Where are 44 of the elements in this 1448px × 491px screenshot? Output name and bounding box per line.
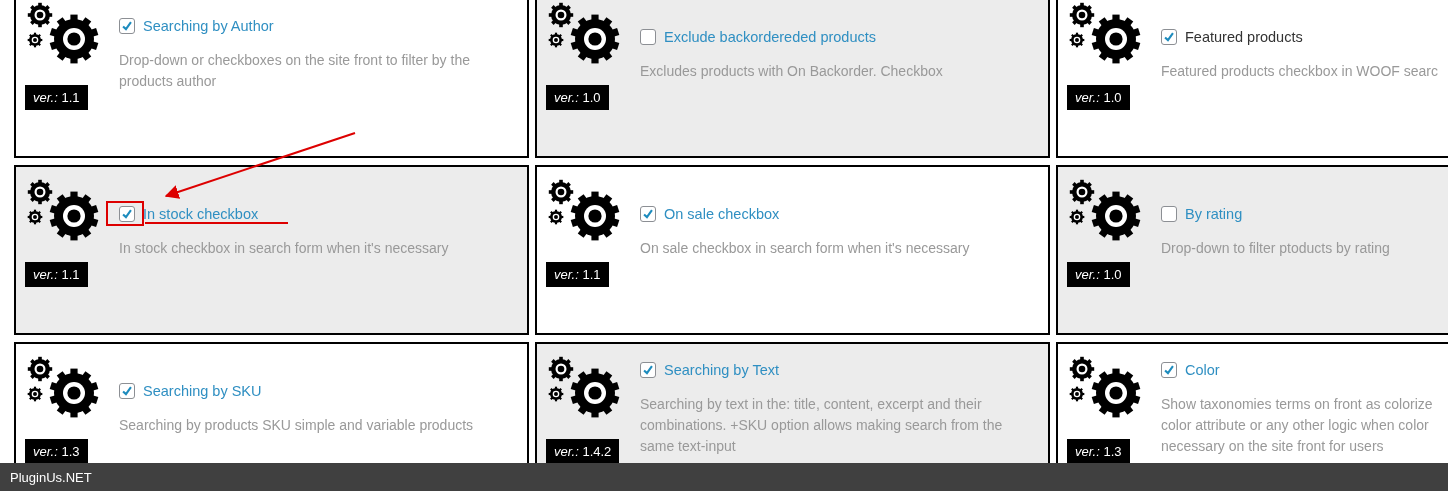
- checkbox[interactable]: [1161, 361, 1177, 378]
- plugin-description: Drop-down to filter ptoducts by rating: [1161, 238, 1391, 258]
- plugin-title-link[interactable]: On sale checkbox: [664, 205, 780, 222]
- version-badge: ver.: 1.1: [546, 262, 609, 287]
- plugin-title-link[interactable]: In stock checkbox: [143, 205, 259, 222]
- plugin-title-link[interactable]: Searching by Author: [143, 18, 274, 34]
- checkbox[interactable]: [119, 18, 135, 34]
- checkbox[interactable]: [640, 28, 656, 45]
- plugin-title-link[interactable]: Color: [1185, 361, 1220, 378]
- plugin-description: On sale checkbox in search form when it's necessary: [640, 238, 971, 258]
- checkbox[interactable]: [640, 361, 656, 378]
- plugin-description: Drop-down or checkboxes on the site front to filter by the products author: [119, 51, 471, 91]
- gears-icon: [25, 177, 101, 241]
- version-badge: ver.: 1.4.2: [546, 439, 620, 463]
- gears-icon: [1067, 354, 1143, 418]
- footer-brand: PluginUs.NET: [10, 469, 92, 485]
- plugin-title-link[interactable]: Searching by Text: [664, 361, 779, 378]
- version-badge: ver.: 1.0: [546, 85, 609, 110]
- plugin-title-link[interactable]: By rating: [1185, 205, 1243, 222]
- plugin-description: Featured products checkbox in WOOF searc: [1161, 61, 1439, 81]
- checkbox[interactable]: [640, 205, 656, 222]
- highlight-rectangle: [106, 201, 144, 226]
- plugin-description: Searching by text in the: title, content, excerpt and their combinations. +SKU option allows making search from the same text-input: [640, 394, 1004, 456]
- version-badge: ver.: 1.3: [25, 439, 88, 463]
- gears-icon: [546, 354, 622, 418]
- plugin-title: Featured products: [1185, 28, 1303, 45]
- gears-icon: [25, 354, 101, 418]
- plugin-title-link[interactable]: Exclude backordereded products: [664, 28, 876, 45]
- plugin-description: Show taxonomies terms on front as colorize color attribute or any other logic when color necessary on the site front for users: [1161, 394, 1434, 456]
- version-badge: ver.: 1.1: [25, 85, 88, 110]
- plugin-description: Excludes products with On Backorder. Checkbox: [640, 61, 944, 81]
- version-badge: ver.: 1.0: [1067, 85, 1130, 110]
- plugin-description: In stock checkbox in search form when it's necessary: [119, 238, 450, 258]
- version-badge: ver.: 1.0: [1067, 262, 1130, 287]
- gears-icon: [546, 177, 622, 241]
- plugin-description: Searching by products SKU simple and variable products: [119, 415, 475, 435]
- checkbox[interactable]: [1161, 28, 1177, 45]
- checkbox[interactable]: [1161, 205, 1177, 222]
- plugin-title-link[interactable]: Searching by SKU: [143, 382, 262, 399]
- checkbox[interactable]: [119, 382, 135, 399]
- checkbox[interactable]: [119, 205, 135, 222]
- version-badge: ver.: 1.3: [1067, 439, 1130, 463]
- version-badge: ver.: 1.1: [25, 262, 88, 287]
- gears-icon: [1067, 177, 1143, 241]
